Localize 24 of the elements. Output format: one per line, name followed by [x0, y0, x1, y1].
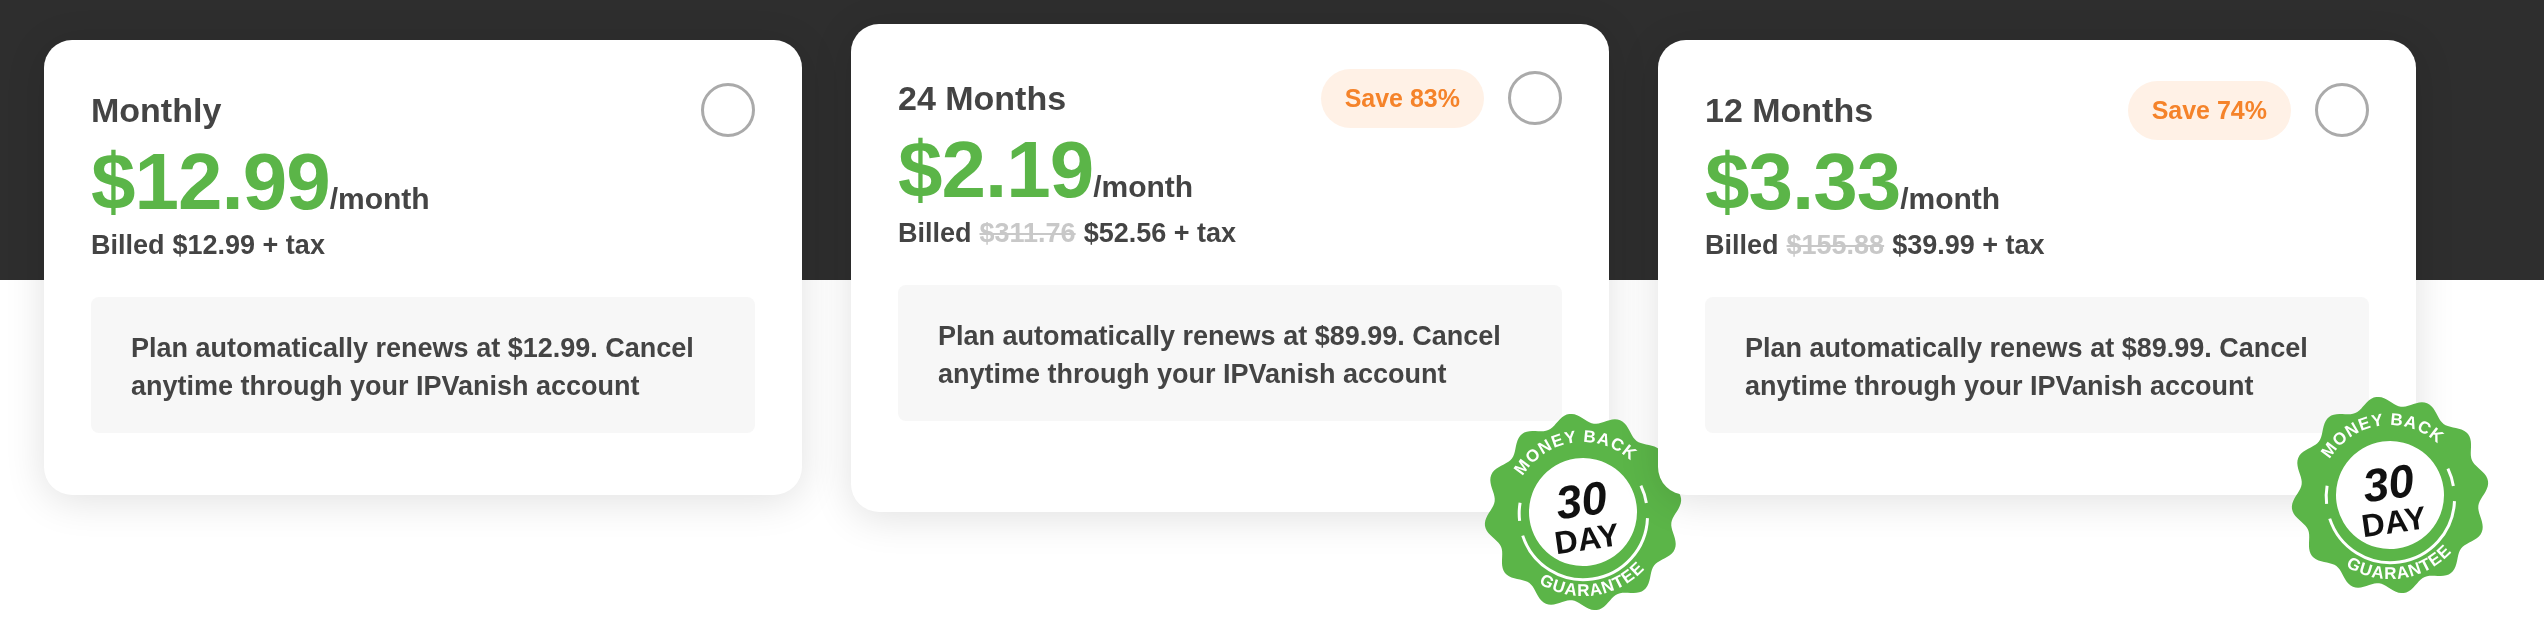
billed-label: Billed: [91, 230, 165, 261]
price-period: /month: [1093, 170, 1194, 204]
billed-amount: $39.99 + tax: [1892, 230, 2045, 261]
plan-price: $2.19: [898, 130, 1094, 210]
renewal-note: Plan automatically renews at $89.99. Cancel anytime through your IPVanish account: [1745, 332, 2309, 403]
radio-button[interactable]: [1508, 71, 1562, 125]
billed-amount: $52.56 + tax: [1083, 218, 1236, 249]
renewal-note: Plan automatically renews at $12.99. Cancel anytime through your IPVanish account: [131, 332, 695, 403]
plan-price: $3.33: [1705, 142, 1901, 222]
plan-title: 12 Months: [1705, 90, 1875, 130]
renewal-note: Plan automatically renews at $89.99. Cancel anytime through your IPVanish account: [938, 320, 1502, 391]
billed-amount: $12.99 + tax: [172, 230, 325, 261]
plan-title: Monthly: [91, 90, 223, 130]
radio-button[interactable]: [2315, 83, 2369, 137]
plan-price: $12.99: [91, 142, 330, 222]
billed-label: Billed: [898, 218, 972, 249]
price-period: /month: [329, 182, 430, 216]
plan-card[interactable]: Monthly $12.99/month Billed $12.99 + tax Plan automatically renews at $12.99. Cancel anytime through your IPVanish account: [44, 40, 802, 495]
billed-label: Billed: [1705, 230, 1779, 261]
plan-title: 24 Months: [898, 78, 1068, 118]
price-period: /month: [1900, 182, 2001, 216]
radio-button[interactable]: [701, 83, 755, 137]
save-badge: Save 74%: [2127, 80, 2291, 140]
save-badge: Save 83%: [1320, 68, 1484, 128]
